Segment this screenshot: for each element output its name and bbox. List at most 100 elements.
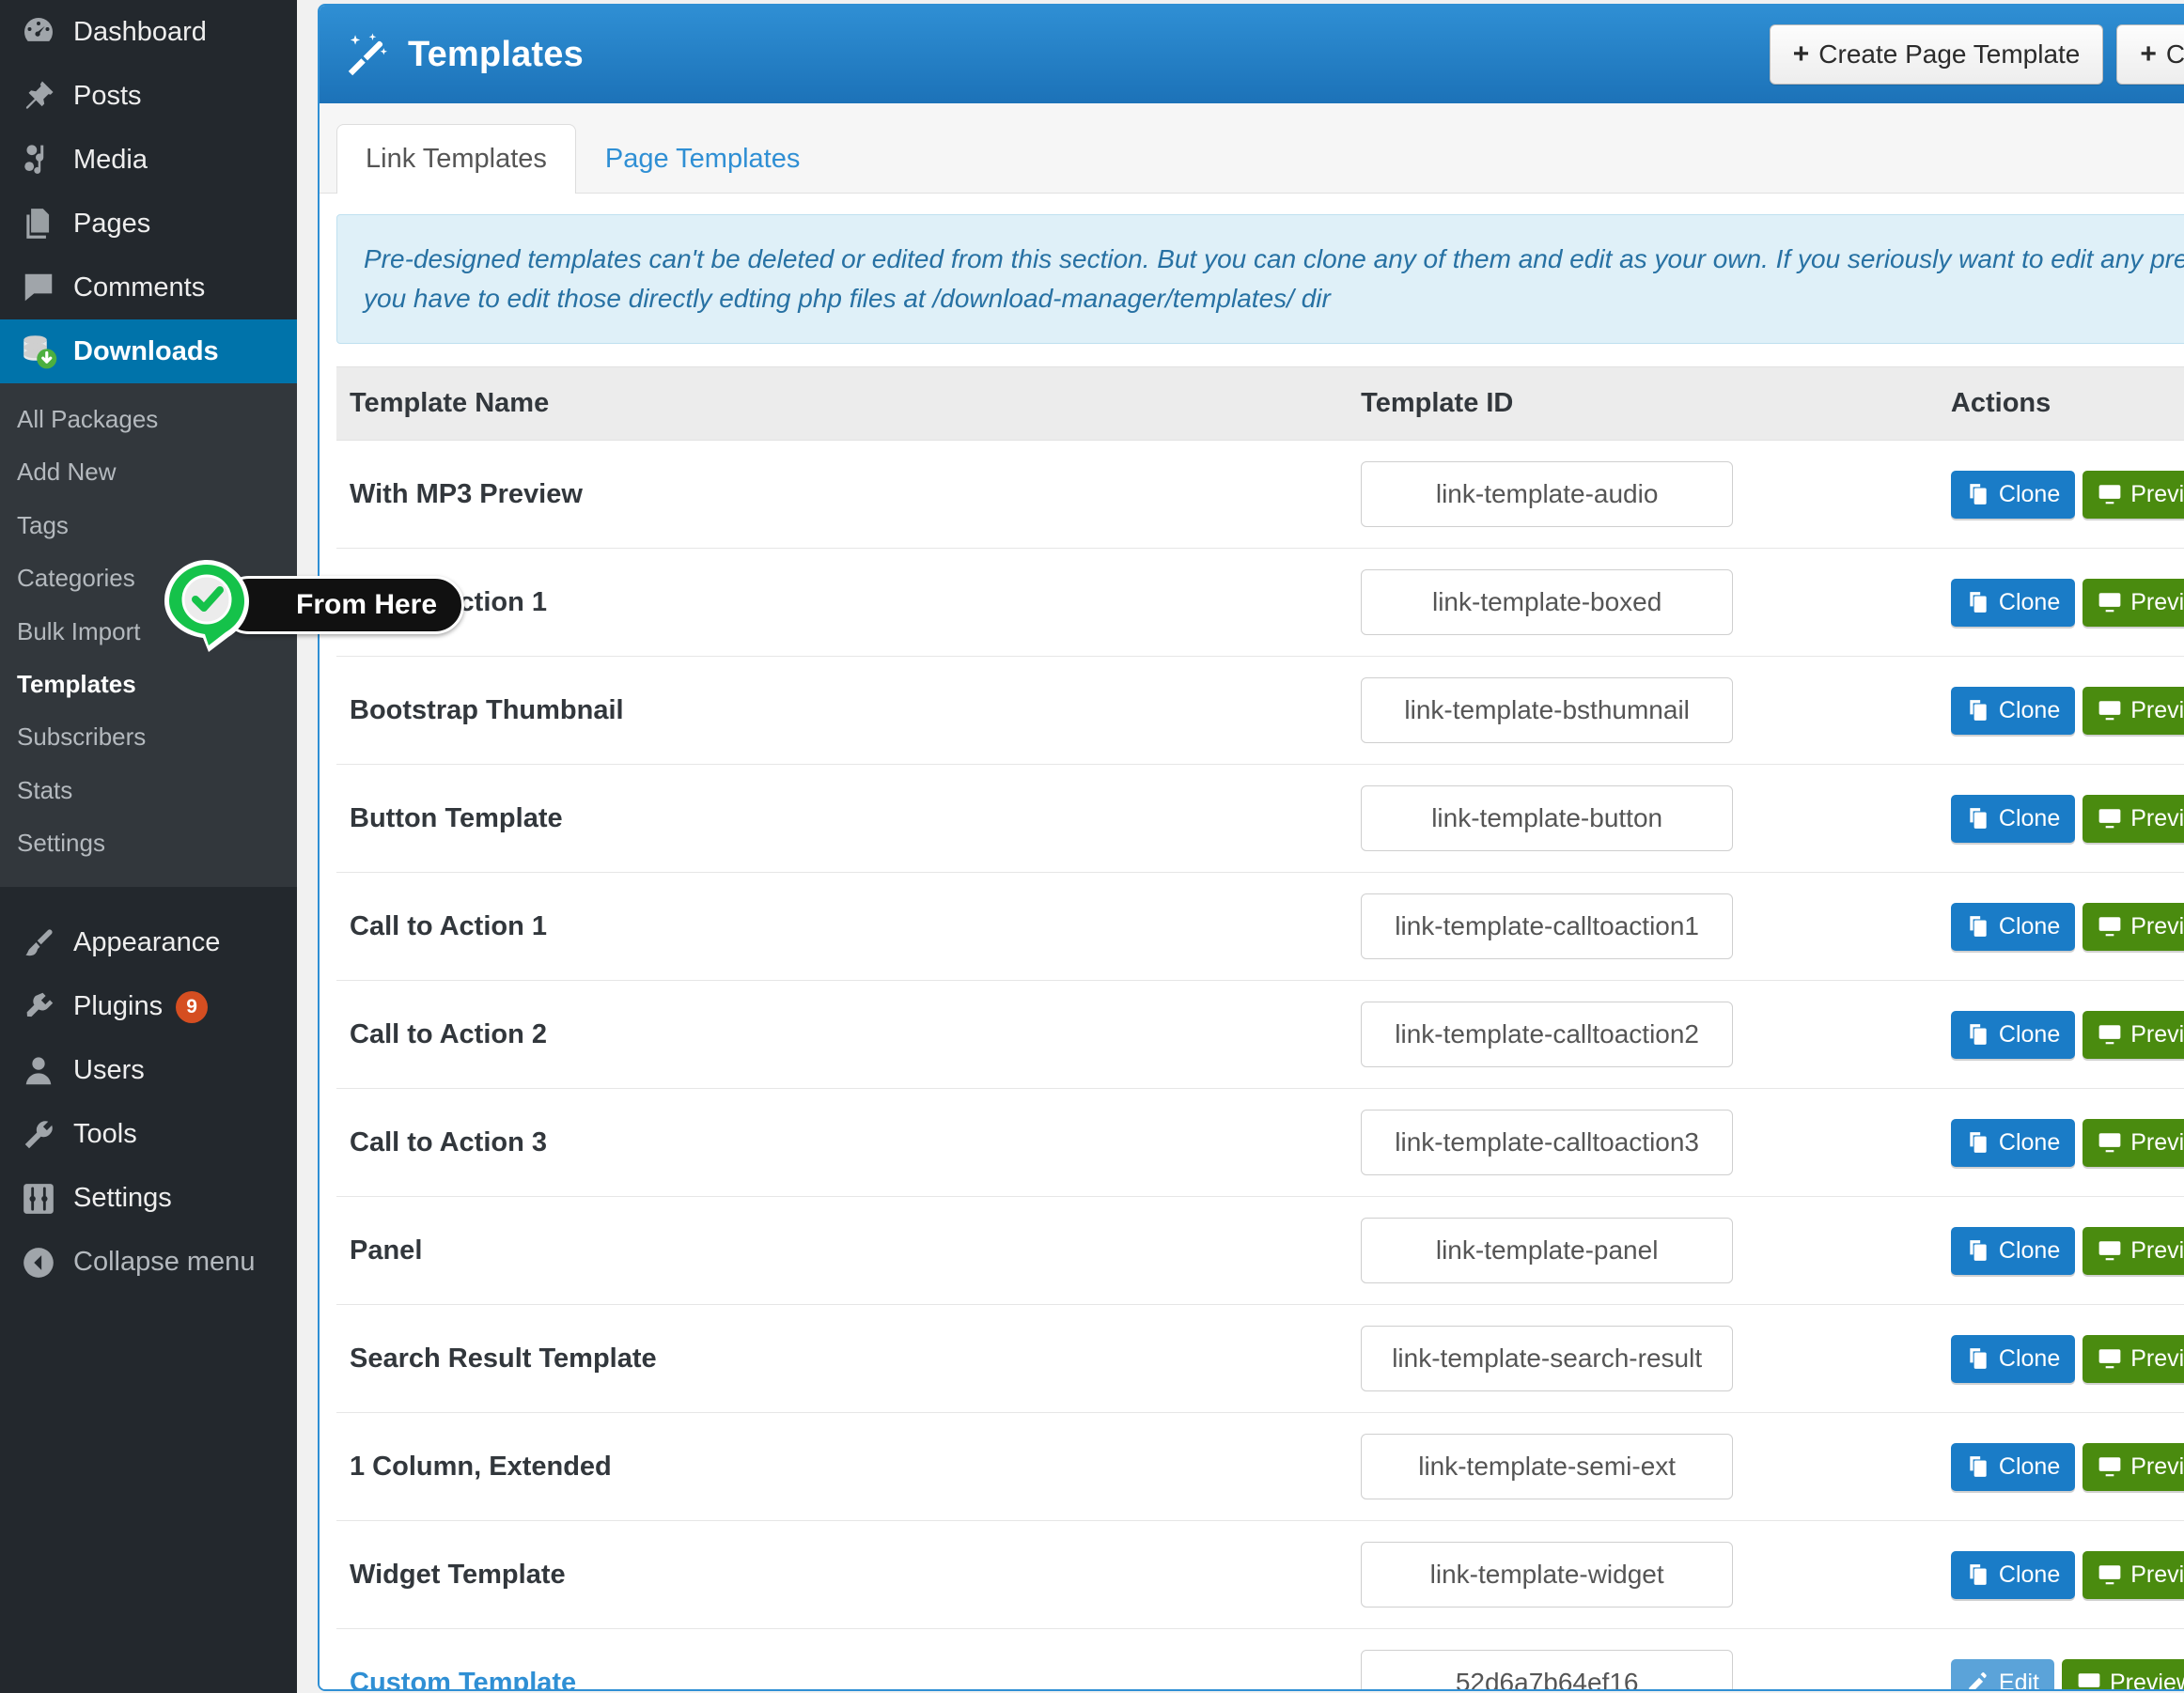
clone-button[interactable]: Clone [1950, 1550, 2076, 1599]
sidebar-item-label: Appearance [73, 927, 221, 958]
action-buttons: Clone Preview [1950, 686, 2184, 735]
template-id-box[interactable]: link-template-panel [1361, 1218, 1734, 1283]
template-id-box[interactable]: link-template-calltoaction1 [1361, 893, 1734, 959]
template-id-box[interactable]: link-template-button [1361, 785, 1734, 851]
cell-actions: EditPreviewDelete [1937, 1628, 2184, 1691]
clone-label: Clone [1998, 1561, 2061, 1588]
clone-button[interactable]: Clone [1950, 578, 2076, 627]
preview-button[interactable]: Preview [2083, 1010, 2184, 1059]
submenu-item-stats[interactable]: Stats [0, 764, 297, 816]
action-buttons: Clone Preview [1950, 1226, 2184, 1275]
preview-button[interactable]: Preview [2083, 1334, 2184, 1383]
clone-button[interactable]: Clone [1950, 1334, 2076, 1383]
dashboard-icon [17, 10, 60, 54]
cell-actions: Clone Preview [1937, 1088, 2184, 1197]
create-link-template-button[interactable]: + Create Link Template [2116, 24, 2184, 85]
clone-button[interactable]: Clone [1950, 470, 2076, 519]
template-id-box[interactable]: link-template-widget [1361, 1542, 1734, 1608]
sidebar-item-media[interactable]: Media [0, 128, 297, 192]
cell-template-id: link-template-boxed [1348, 548, 1938, 657]
template-id-box[interactable]: link-template-audio [1361, 461, 1734, 527]
sidebar-item-label: Media [73, 144, 148, 175]
preview-button[interactable]: Preview [2083, 902, 2184, 951]
preview-button[interactable]: Preview [2083, 1550, 2184, 1599]
preview-button[interactable]: Preview [2083, 1226, 2184, 1275]
edit-label: Edit [1998, 1669, 2039, 1691]
clone-label: Clone [1998, 912, 2061, 940]
sidebar-item-label: Plugins [73, 991, 164, 1022]
template-id-box[interactable]: link-template-bsthumnail [1361, 677, 1734, 743]
header-actions: + Create Page Template + Create Link Tem… [1769, 24, 2184, 85]
tab-page-templates[interactable]: Page Templates [576, 124, 829, 194]
submenu-item-categories[interactable]: Categories [0, 551, 297, 604]
template-id-box[interactable]: link-template-semi-ext [1361, 1434, 1734, 1499]
cell-template-name: Panel [336, 1196, 1349, 1305]
submenu-item-templates[interactable]: Templates [0, 658, 297, 710]
clone-button[interactable]: Clone [1950, 1118, 2076, 1167]
submenu-item-tags[interactable]: Tags [0, 499, 297, 551]
submenu-item-add-new[interactable]: Add New [0, 445, 297, 498]
cell-template-id: 52d6a7b64ef16 [1348, 1628, 1938, 1689]
plug-icon [17, 986, 60, 1029]
template-id-box[interactable]: link-template-calltoaction3 [1361, 1110, 1734, 1175]
preview-button[interactable]: Preview [2083, 578, 2184, 627]
sidebar-item-label: Posts [73, 80, 142, 111]
cell-template-name: Call to Action 2 [336, 980, 1349, 1089]
sidebar-item-settings[interactable]: Settings [0, 1167, 297, 1231]
table-row: Bootstrap Thumbnail link-template-bsthumn… [336, 656, 2184, 765]
clone-button[interactable]: Clone [1950, 1226, 2076, 1275]
clone-button[interactable]: Clone [1950, 686, 2076, 735]
preview-icon [2098, 806, 2122, 831]
submenu-item-settings[interactable]: Settings [0, 816, 297, 869]
clone-icon [1966, 1130, 1990, 1155]
preview-button[interactable]: Preview [2083, 470, 2184, 519]
sidebar-item-dashboard[interactable]: Dashboard [0, 0, 297, 64]
preview-button[interactable]: Preview [2083, 686, 2184, 735]
clone-button[interactable]: Clone [1950, 902, 2076, 951]
preview-icon [2098, 698, 2122, 722]
clone-button[interactable]: Clone [1950, 1442, 2076, 1491]
cell-template-id: link-template-calltoaction2 [1348, 980, 1938, 1089]
sidebar-item-tools[interactable]: Tools [0, 1103, 297, 1167]
submenu-item-subscribers[interactable]: Subscribers [0, 710, 297, 763]
submenu-item-all-packages[interactable]: All Packages [0, 393, 297, 445]
collapse-menu-button[interactable]: Collapse menu [0, 1231, 297, 1295]
templates-tabs: Link Templates Page Templates [320, 103, 2184, 194]
preview-label: Preview [2130, 480, 2184, 507]
cell-actions: Clone Preview [1937, 1520, 2184, 1629]
preview-button[interactable]: Preview [2083, 794, 2184, 843]
clone-label: Clone [1998, 804, 2061, 831]
preview-button[interactable]: Preview [2083, 1118, 2184, 1167]
template-id-box[interactable]: link-template-boxed [1361, 569, 1734, 635]
template-id-box[interactable]: 52d6a7b64ef16 [1361, 1650, 1734, 1689]
sidebar-item-appearance[interactable]: Appearance [0, 911, 297, 975]
preview-icon [2098, 1562, 2122, 1587]
sidebar-item-users[interactable]: Users [0, 1039, 297, 1103]
admin-sidebar: Dashboard Posts Media Pages Comments Download… [0, 0, 465, 1693]
table-row: Panel link-template-panel Clone Preview [336, 1196, 2184, 1305]
cell-actions: Clone Preview [1937, 1304, 2184, 1413]
clone-button[interactable]: Clone [1950, 1010, 2076, 1059]
template-id-box[interactable]: link-template-search-result [1361, 1326, 1734, 1391]
collapse-icon [17, 1241, 60, 1284]
cell-template-id: link-template-audio [1348, 440, 1938, 549]
template-id-box[interactable]: link-template-calltoaction2 [1361, 1002, 1734, 1067]
sidebar-item-label: Comments [73, 272, 206, 303]
preview-button[interactable]: Preview [2083, 1442, 2184, 1491]
sidebar-item-posts[interactable]: Posts [0, 64, 297, 128]
clone-button[interactable]: Clone [1950, 794, 2076, 843]
sidebar-item-comments[interactable]: Comments [0, 256, 297, 319]
preview-button[interactable]: Preview [2062, 1658, 2184, 1689]
sidebar-item-plugins[interactable]: Plugins 9 [0, 975, 297, 1039]
tab-link-templates[interactable]: Link Templates [336, 124, 576, 194]
cell-template-name: Widget Template [336, 1520, 1349, 1629]
submenu-item-bulk-import[interactable]: Bulk Import [0, 605, 297, 658]
cell-template-id: link-template-button [1348, 764, 1938, 873]
create-page-template-button[interactable]: + Create Page Template [1769, 24, 2104, 85]
sidebar-item-downloads[interactable]: Downloads [0, 319, 297, 383]
table-header-row: Template Name Template ID Actions [336, 366, 2184, 441]
template-name-link[interactable]: Custom Template [350, 1668, 576, 1690]
preview-label: Preview [2130, 804, 2184, 831]
sidebar-item-pages[interactable]: Pages [0, 192, 297, 256]
edit-button[interactable]: Edit [1950, 1658, 2054, 1691]
